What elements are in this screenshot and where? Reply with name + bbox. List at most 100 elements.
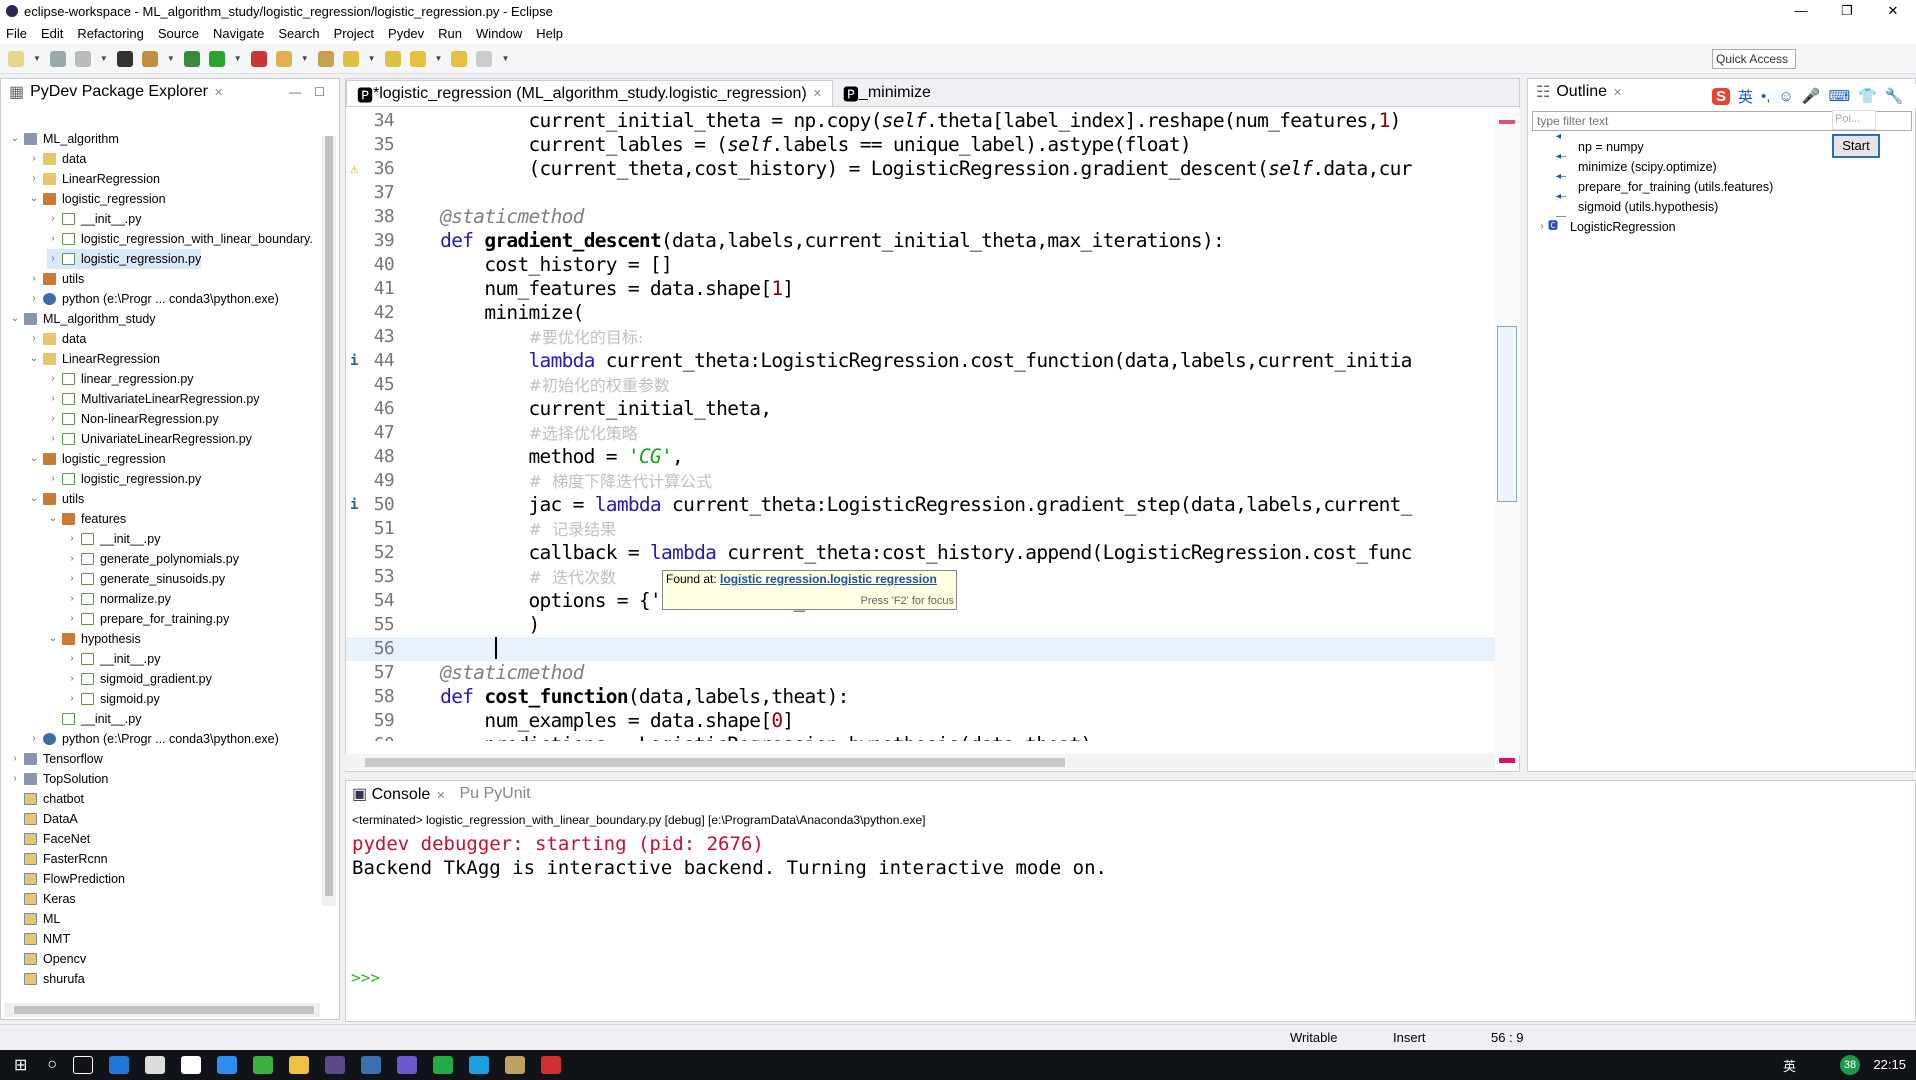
- chevron-right-icon[interactable]: ›: [66, 529, 78, 549]
- tree-item[interactable]: › python (e:\Progr ... conda3\python.exe): [28, 729, 278, 749]
- microphone-icon[interactable]: 🎤: [1802, 87, 1821, 105]
- code-line[interactable]: 38 @staticmethod: [346, 205, 1496, 229]
- app-icon[interactable]: [361, 1056, 382, 1074]
- app-icon[interactable]: [505, 1056, 526, 1074]
- code-line[interactable]: 45 #初始化的权重参数: [346, 373, 1496, 397]
- tree-item[interactable]: ⌄ ML_algorithm: [9, 129, 119, 149]
- menu-run[interactable]: Run: [438, 26, 462, 41]
- close-tab-icon[interactable]: ✕: [813, 87, 822, 100]
- run-icon[interactable]: [208, 50, 225, 67]
- app-icon[interactable]: [397, 1056, 418, 1074]
- chevron-right-icon[interactable]: ›: [47, 229, 59, 249]
- emoji-icon[interactable]: ☺: [1778, 88, 1793, 105]
- tree-item[interactable]: shurufa: [9, 969, 85, 989]
- code-line[interactable]: 49 # 梯度下降迭代计算公式: [346, 469, 1496, 493]
- chevron-right-icon[interactable]: ›: [28, 289, 40, 309]
- minimize-button[interactable]: —: [1778, 0, 1824, 22]
- code-line[interactable]: 57 @staticmethod: [346, 661, 1496, 685]
- mail-icon[interactable]: [181, 1056, 202, 1074]
- code-line[interactable]: 40 cost_history = []: [346, 253, 1496, 277]
- code-line[interactable]: 44 i lambda current_theta:LogisticRegress…: [346, 349, 1496, 373]
- info-marker-icon[interactable]: i: [350, 493, 358, 517]
- code-area[interactable]: 34 current_initial_theta = np.copy(self.…: [346, 109, 1496, 741]
- explorer-horizontal-scrollbar[interactable]: [4, 1003, 320, 1017]
- tree-item[interactable]: › sigmoid_gradient.py: [66, 669, 212, 689]
- code-line[interactable]: 50 i jac = lambda current_theta:LogisticR…: [346, 493, 1496, 517]
- maximize-view-icon[interactable]: ☐: [314, 85, 325, 99]
- tab-console[interactable]: ▣ Console ✕: [352, 784, 445, 804]
- chevron-down-icon[interactable]: ⌄: [28, 189, 40, 209]
- chevron-right-icon[interactable]: ›: [47, 369, 59, 389]
- info-marker-icon[interactable]: i: [350, 349, 358, 373]
- chevron-right-icon[interactable]: ›: [47, 429, 59, 449]
- tree-item[interactable]: › logistic_regression.py: [47, 469, 201, 489]
- store-icon[interactable]: [145, 1056, 166, 1074]
- tree-item[interactable]: NMT: [9, 929, 70, 949]
- code-line[interactable]: 59 num_examples = data.shape[0]: [346, 709, 1496, 733]
- skin-icon[interactable]: 👕: [1858, 87, 1877, 105]
- chevron-right-icon[interactable]: ›: [66, 589, 78, 609]
- new-icon[interactable]: [8, 50, 24, 67]
- prev-annotation-icon[interactable]: [384, 50, 401, 67]
- chevron-down-icon[interactable]: ⌄: [28, 349, 40, 369]
- dropdown-arrow-icon[interactable]: ▼: [33, 54, 41, 63]
- code-line[interactable]: 55 ): [346, 613, 1496, 637]
- code-line[interactable]: 37: [346, 181, 1496, 205]
- tree-item[interactable]: › data: [28, 149, 86, 169]
- dropdown-arrow-icon[interactable]: ▼: [435, 54, 443, 63]
- tree-item[interactable]: › generate_polynomials.py: [66, 549, 239, 569]
- chevron-down-icon[interactable]: ⌄: [47, 509, 59, 529]
- overview-ruler[interactable]: [1495, 108, 1520, 763]
- forward-icon[interactable]: [451, 50, 468, 67]
- menu-window[interactable]: Window: [476, 26, 522, 41]
- tree-item[interactable]: › TopSolution: [9, 769, 108, 789]
- code-line[interactable]: 60 predictions = LogisticRegression.hypo…: [346, 733, 1496, 741]
- code-line[interactable]: 35 current_lables = (self.labels == uniq…: [346, 133, 1496, 157]
- dropdown-arrow-icon[interactable]: ▼: [501, 54, 509, 63]
- tree-item[interactable]: __init__.py: [47, 709, 141, 729]
- tree-item[interactable]: › data: [28, 329, 86, 349]
- chevron-right-icon[interactable]: ›: [28, 149, 40, 169]
- editor-tab[interactable]: 🅿 _minimize: [833, 80, 941, 106]
- start-button[interactable]: Start: [1832, 134, 1880, 158]
- eclipse-task-icon[interactable]: [325, 1056, 346, 1074]
- code-line[interactable]: 58 def cost_function(data,labels,theat):: [346, 685, 1496, 709]
- sogou-logo-icon[interactable]: S: [1712, 87, 1731, 105]
- tree-item[interactable]: › UnivariateLinearRegression.py: [47, 429, 252, 449]
- task-view-icon[interactable]: [73, 1056, 94, 1074]
- tree-item[interactable]: › sigmoid.py: [66, 689, 159, 709]
- next-annotation-icon[interactable]: [342, 50, 359, 67]
- chevron-right-icon[interactable]: ›: [47, 409, 59, 429]
- close-icon[interactable]: ✕: [436, 790, 445, 802]
- tree-item[interactable]: › utils: [28, 269, 84, 289]
- chevron-right-icon[interactable]: ›: [28, 329, 40, 349]
- dropdown-arrow-icon[interactable]: ▼: [167, 54, 175, 63]
- tree-item[interactable]: Opencv: [9, 949, 86, 969]
- tree-item[interactable]: FlowPrediction: [9, 869, 125, 889]
- ie-icon[interactable]: [469, 1056, 490, 1074]
- tree-item[interactable]: ML: [9, 909, 60, 929]
- vs-icon[interactable]: [217, 1056, 238, 1074]
- code-line[interactable]: 39 def gradient_descent(data,labels,curr…: [346, 229, 1496, 253]
- open-type-icon[interactable]: [141, 50, 158, 67]
- chevron-right-icon[interactable]: ›: [47, 209, 59, 229]
- edge-icon[interactable]: [109, 1056, 130, 1074]
- code-line[interactable]: 56: [346, 637, 1496, 661]
- tree-item[interactable]: › normalize.py: [66, 589, 171, 609]
- menu-source[interactable]: Source: [158, 26, 199, 41]
- tree-item[interactable]: › generate_sinusoids.py: [66, 569, 225, 589]
- outline-item[interactable]: ◂— prepare_for_training (utils.features): [1556, 171, 1773, 202]
- tree-item[interactable]: › MultivariateLinearRegression.py: [47, 389, 259, 409]
- code-line[interactable]: 47 #选择优化策略: [346, 421, 1496, 445]
- tray-language[interactable]: 英: [1783, 1056, 1796, 1075]
- chevron-right-icon[interactable]: ›: [66, 609, 78, 629]
- profile-icon[interactable]: [116, 50, 133, 67]
- dropdown-arrow-icon[interactable]: ▼: [301, 54, 309, 63]
- tree-item[interactable]: ⌄ LinearRegression: [28, 349, 160, 369]
- chevron-right-icon[interactable]: ›: [66, 549, 78, 569]
- ime-language[interactable]: 英: [1738, 86, 1753, 107]
- dropdown-arrow-icon[interactable]: ▼: [100, 54, 108, 63]
- punctuation-icon[interactable]: •,: [1761, 88, 1770, 105]
- chevron-right-icon[interactable]: ›: [66, 669, 78, 689]
- app-icon[interactable]: [541, 1056, 562, 1074]
